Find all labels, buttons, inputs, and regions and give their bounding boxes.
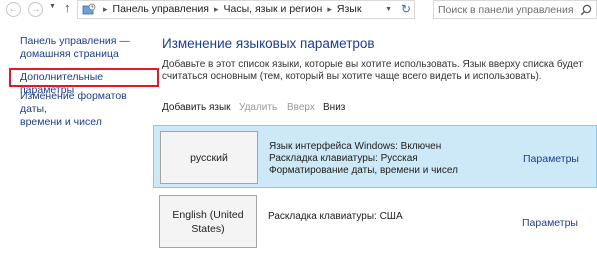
control-panel-icon: [82, 3, 96, 15]
address-bar[interactable]: ▸ Панель управления ▸ Часы, язык и регион ▸ Я…: [77, 0, 415, 19]
language-tile[interactable]: English (United States): [159, 195, 257, 248]
back-button[interactable]: ←: [6, 2, 21, 17]
recent-pages-dropdown[interactable]: ▼: [49, 3, 56, 10]
detail-line: Форматирование даты, времени и чисел: [269, 165, 458, 176]
chevron-right-icon: ▸: [327, 4, 332, 14]
language-details: Раскладка клавиатуры: США: [268, 211, 403, 223]
detail-line: Раскладка клавиатуры: США: [268, 211, 403, 222]
breadcrumb: ▸ Панель управления ▸ Часы, язык и регион ▸ Я…: [98, 1, 361, 18]
search-icon[interactable]: [580, 4, 592, 16]
address-history-dropdown[interactable]: ▼: [385, 1, 392, 18]
remove-language-button[interactable]: Удалить: [239, 102, 277, 113]
chevron-right-icon: ▸: [103, 4, 108, 14]
breadcrumb-item-clock-language-region[interactable]: Часы, язык и регион: [224, 3, 323, 15]
search-input[interactable]: [438, 2, 573, 17]
up-level-button[interactable]: ↑: [64, 0, 71, 15]
add-language-button[interactable]: Добавить язык: [162, 102, 231, 113]
breadcrumb-item-language[interactable]: Язык: [337, 3, 362, 15]
options-link[interactable]: Параметры: [523, 153, 579, 165]
refresh-icon[interactable]: ↻: [401, 1, 411, 18]
language-details: Язык интерфейса Windows: Включен Расклад…: [269, 141, 458, 177]
main-content: Изменение языковых параметров Добавьте в…: [153, 20, 597, 267]
navigation-bar: ← → ▼ ↑ ▸ Панель управления ▸ Часы, язык и …: [0, 0, 597, 20]
forward-button[interactable]: →: [28, 2, 43, 17]
language-row-russian[interactable]: русский Язык интерфейса Windows: Включен…: [153, 125, 597, 188]
breadcrumb-item-control-panel[interactable]: Панель управления: [113, 3, 209, 15]
detail-line: Язык интерфейса Windows: Включен: [269, 141, 442, 152]
language-tile[interactable]: русский: [160, 131, 258, 184]
chevron-right-icon: ▸: [214, 4, 219, 14]
detail-line: Раскладка клавиатуры: Русская: [269, 153, 418, 164]
page-title: Изменение языковых параметров: [162, 36, 375, 51]
language-toolbar: Добавить язык Удалить Вверх Вниз: [153, 96, 597, 119]
sidebar-link-control-panel-home[interactable]: Панель управления — домашняя страница: [20, 35, 130, 61]
sidebar: Панель управления — домашняя страница До…: [0, 20, 159, 267]
options-link[interactable]: Параметры: [522, 217, 578, 229]
sidebar-link-change-date-formats[interactable]: Изменение форматов даты, времени и чисел: [20, 90, 153, 129]
search-box[interactable]: [433, 0, 597, 19]
page-description: Добавьте в этот список языки, которые вы…: [162, 59, 583, 82]
move-down-button[interactable]: Вниз: [323, 102, 345, 113]
move-up-button[interactable]: Вверх: [287, 102, 315, 113]
language-row-english[interactable]: English (United States) Раскладка клавиа…: [153, 190, 597, 253]
highlight-frame: [9, 68, 159, 87]
